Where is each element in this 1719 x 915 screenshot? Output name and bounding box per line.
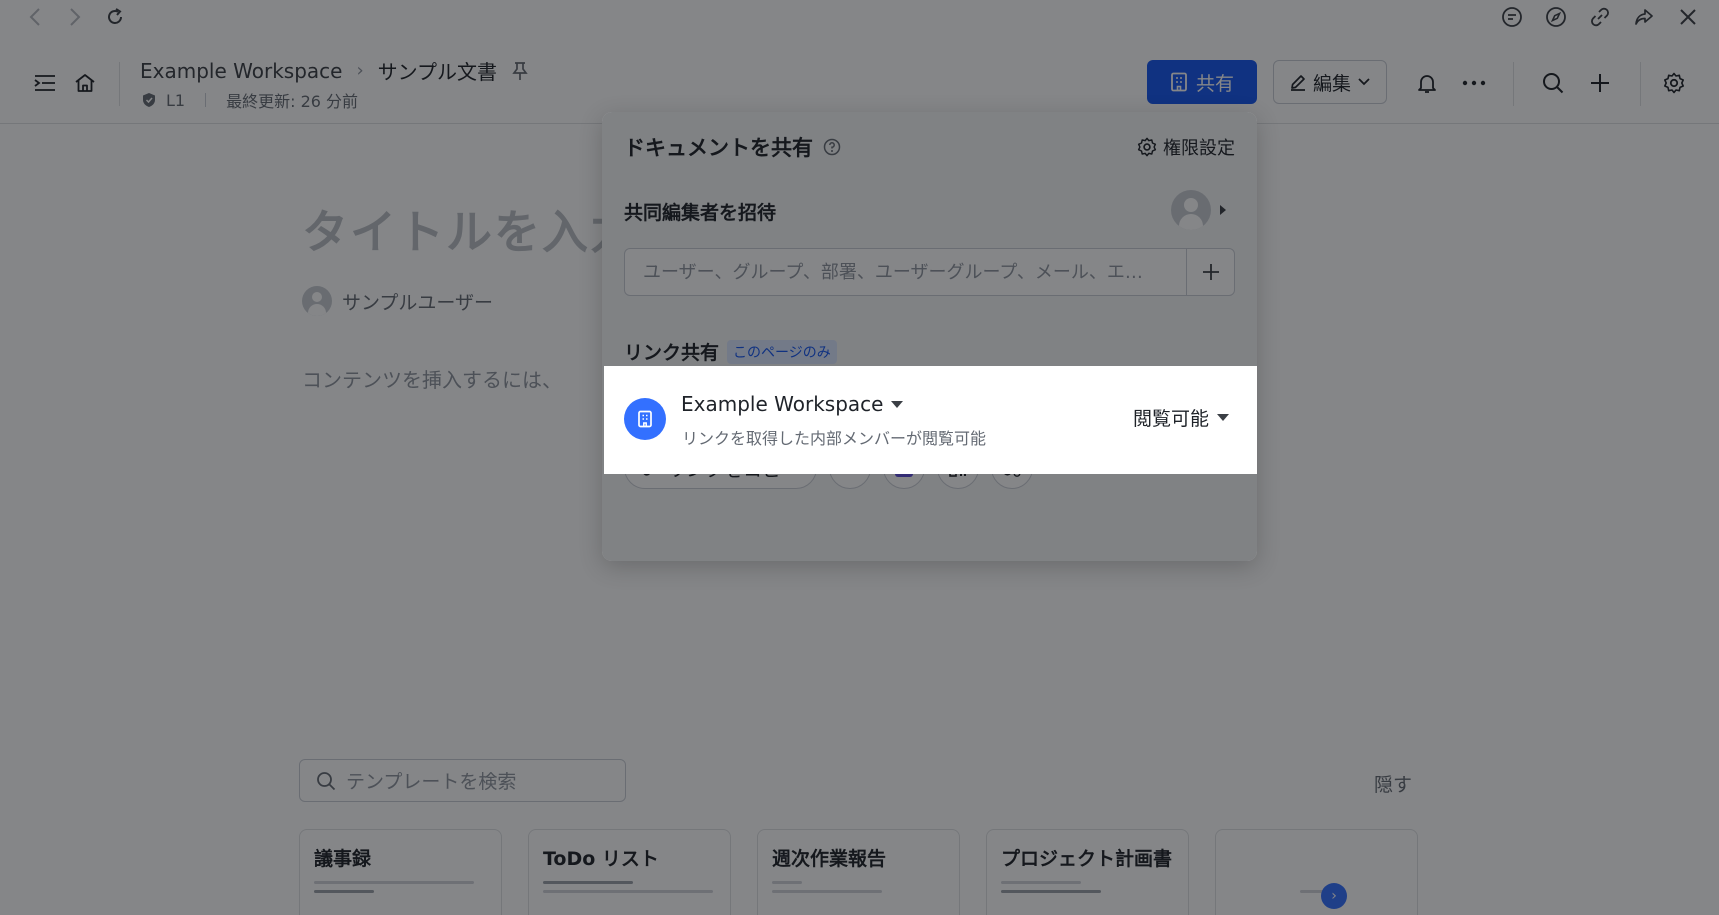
permission-settings-button[interactable]: 権限設定 [1137, 134, 1235, 160]
link-scope-description: リンクを取得した内部メンバーが閲覧可能 [682, 429, 987, 448]
share-button[interactable]: 共有 [1147, 60, 1257, 104]
popover-dim [602, 112, 1257, 561]
hide-templates-link[interactable]: 隠す [1374, 770, 1412, 797]
template-card[interactable]: プロジェクト計画書 [986, 829, 1189, 915]
share-dialog: ドキュメントを共有 権限設定 共同編集者を招待 リンク共有 このページのみ リン… [602, 112, 1257, 561]
avatar [1171, 190, 1211, 230]
avatar [302, 286, 332, 316]
forward-share-icon[interactable] [1631, 4, 1657, 30]
access-level-label: 閲覧可能 [1132, 408, 1209, 430]
search-icon[interactable] [1538, 68, 1568, 98]
template-search-placeholder: テンプレートを検索 [346, 771, 517, 793]
help-icon[interactable] [823, 138, 841, 156]
author-line: サンプルユーザー [302, 286, 493, 316]
search-icon [316, 771, 336, 791]
template-preview [1300, 890, 1403, 893]
doc-meta: L1 最終更新: 26 分前 [142, 88, 358, 112]
share-dialog-title: ドキュメントを共有 [624, 132, 841, 162]
template-name: ToDo リスト [543, 848, 659, 870]
caret-down-icon [1217, 414, 1229, 421]
share-dialog-title-text: ドキュメントを共有 [624, 136, 813, 160]
template-name: 議事録 [314, 848, 372, 870]
link-share-row[interactable]: Example Workspace リンクを取得した内部メンバーが閲覧可能 閲覧… [604, 366, 1257, 474]
forward-icon[interactable] [62, 4, 88, 30]
meta-divider [205, 93, 207, 107]
edit-mode-button[interactable]: 編集 [1273, 60, 1387, 104]
more-icon[interactable] [1459, 68, 1489, 98]
header-divider [1513, 62, 1514, 106]
link-icon[interactable] [1587, 4, 1613, 30]
security-level[interactable]: L1 [166, 91, 185, 110]
shield-icon [142, 92, 156, 108]
collaborators-button[interactable] [1171, 190, 1227, 230]
last-updated: 最終更新: 26 分前 [226, 92, 359, 111]
pin-icon[interactable] [511, 61, 529, 81]
invite-label: 共同編集者を招待 [624, 202, 777, 224]
breadcrumb-document[interactable]: サンプル文書 [378, 56, 497, 85]
pencil-icon [1289, 73, 1307, 91]
template-name: 週次作業報告 [772, 848, 887, 870]
edit-button-label: 編集 [1312, 72, 1351, 95]
caret-down-icon [891, 400, 904, 408]
share-button-label: 共有 [1195, 72, 1234, 95]
window-actions [1499, 4, 1701, 30]
building-icon [624, 398, 666, 440]
building-icon [1170, 72, 1188, 92]
nav-buttons [22, 4, 128, 30]
chevron-down-icon [1357, 77, 1371, 87]
gear-icon[interactable] [1659, 68, 1689, 98]
template-card[interactable]: 週次作業報告 [757, 829, 960, 915]
caret-right-icon [1219, 204, 1227, 216]
author-name: サンプルユーザー [342, 291, 494, 314]
invite-input[interactable] [625, 249, 1186, 295]
add-icon[interactable] [1585, 68, 1615, 98]
breadcrumb: Example Workspace › サンプル文書 [140, 56, 529, 85]
sidebar-toggle-icon[interactable] [30, 68, 60, 98]
header-divider [1640, 62, 1641, 106]
title-bar [0, 0, 1719, 34]
template-name: プロジェクト計画書 [1001, 848, 1173, 870]
link-scope-selector[interactable]: Example Workspace [681, 392, 904, 416]
access-level-dropdown[interactable]: 閲覧可能 [1133, 404, 1229, 431]
template-preview [772, 881, 945, 893]
doc-title-placeholder[interactable]: タイトルを入力 [302, 196, 638, 262]
permission-settings-label: 権限設定 [1163, 138, 1235, 159]
template-preview [314, 881, 487, 893]
comment-icon[interactable] [1499, 4, 1525, 30]
template-preview [543, 881, 716, 893]
template-card[interactable] [1215, 829, 1418, 915]
gear-icon [1137, 137, 1157, 157]
template-card[interactable]: 議事録 [299, 829, 502, 915]
template-preview [1001, 881, 1174, 893]
compass-icon[interactable] [1543, 4, 1569, 30]
close-icon[interactable] [1675, 4, 1701, 30]
page-only-tag: このページのみ [727, 339, 837, 364]
breadcrumb-workspace[interactable]: Example Workspace [140, 59, 342, 83]
link-scope-name: Example Workspace [681, 392, 884, 416]
template-search-input[interactable]: テンプレートを検索 [299, 759, 626, 802]
back-icon[interactable] [22, 4, 48, 30]
link-share-label: リンク共有 [624, 342, 720, 364]
home-icon[interactable] [70, 68, 100, 98]
header-divider [119, 62, 120, 106]
breadcrumb-separator: › [356, 60, 364, 81]
reload-icon[interactable] [102, 4, 128, 30]
bell-icon[interactable] [1412, 68, 1442, 98]
add-collaborator-button[interactable] [1186, 249, 1234, 295]
template-list: 議事録 ToDo リスト 週次作業報告 プロジェクト計画書 [299, 829, 1418, 915]
content-hint[interactable]: コンテンツを挿入するには、 [302, 364, 562, 393]
template-card[interactable]: ToDo リスト [528, 829, 731, 915]
invite-field [624, 248, 1235, 296]
chevron-right-icon[interactable]: › [1321, 883, 1347, 909]
link-share-section: リンク共有 このページのみ [624, 338, 837, 365]
